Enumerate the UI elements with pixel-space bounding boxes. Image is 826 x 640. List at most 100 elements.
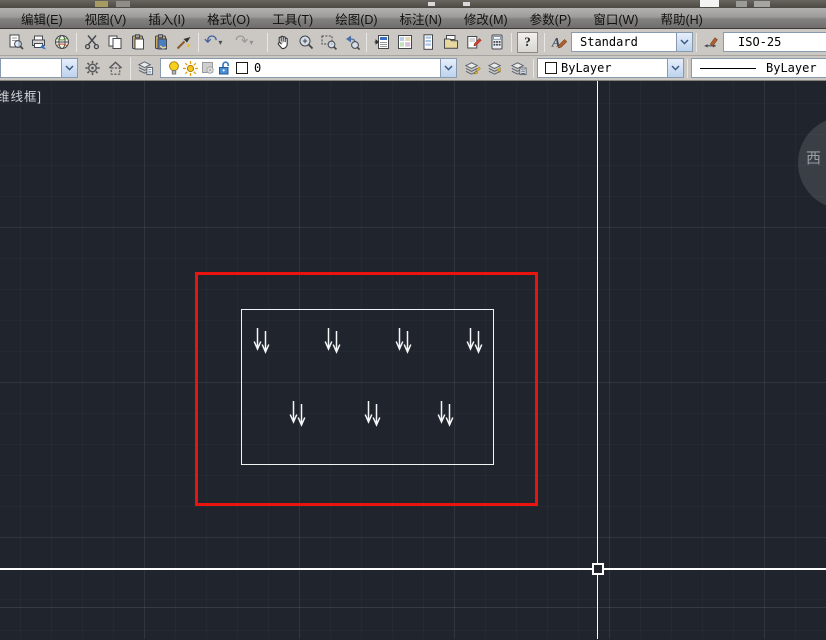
- paste-icon: [129, 33, 147, 51]
- menu-item-5[interactable]: 绘图(D): [324, 7, 388, 30]
- properties-palette-button[interactable]: [370, 31, 393, 54]
- redo-button[interactable]: ↷ ▾: [233, 31, 264, 54]
- undo-button[interactable]: ↶ ▾: [202, 31, 233, 54]
- titlebar-fragment: [754, 1, 770, 7]
- quick-calc-button[interactable]: [485, 31, 508, 54]
- sheet-set-manager-button[interactable]: [439, 31, 462, 54]
- toolbar-separator: [544, 32, 545, 52]
- help-button[interactable]: ?: [517, 31, 538, 53]
- print-button[interactable]: [27, 31, 50, 54]
- toolbar-separator: [198, 32, 199, 52]
- workspace-combo[interactable]: [0, 58, 78, 78]
- chevron-down-icon[interactable]: [61, 59, 77, 77]
- watermark-text: 西: [806, 150, 822, 167]
- down-arrow-symbol[interactable]: [289, 400, 306, 431]
- pickbox-cursor: [592, 563, 604, 575]
- down-arrow-symbol[interactable]: [395, 327, 412, 358]
- drawing-canvas[interactable]: 维线框] 西: [0, 81, 826, 639]
- copy-button[interactable]: [103, 31, 126, 54]
- redo-icon: ↷: [235, 33, 249, 50]
- markup-set-manager-icon: [465, 33, 483, 51]
- design-center-button[interactable]: [393, 31, 416, 54]
- color-value: ByLayer: [561, 61, 612, 75]
- menu-item-0[interactable]: 编辑(E): [10, 7, 74, 30]
- layer-unlock-icon[interactable]: [216, 59, 233, 77]
- layer-thaw-sun-icon[interactable]: [182, 59, 199, 77]
- markup-set-manager-button[interactable]: [462, 31, 485, 54]
- layer-previous-icon: [487, 59, 504, 77]
- text-style-button[interactable]: A: [548, 31, 571, 54]
- paste-special-button[interactable]: [149, 31, 172, 54]
- chevron-down-icon[interactable]: [440, 59, 456, 77]
- menu-item-6[interactable]: 标注(N): [389, 7, 453, 30]
- workspace-settings-button[interactable]: [81, 57, 104, 80]
- menu-item-3[interactable]: 格式(O): [196, 7, 261, 30]
- gear-icon: [84, 59, 101, 77]
- down-arrow-symbol[interactable]: [324, 327, 341, 358]
- match-properties-button[interactable]: [172, 31, 195, 54]
- layer-previous-button[interactable]: [484, 57, 507, 80]
- layer-on-bulb-icon[interactable]: [165, 59, 182, 77]
- down-arrow-symbol[interactable]: [364, 400, 381, 431]
- pan-icon: [274, 33, 292, 51]
- viewport-style-label: 维线框]: [0, 90, 42, 104]
- menu-item-7[interactable]: 修改(M): [453, 7, 519, 30]
- grid-major-line: [0, 607, 826, 608]
- menu-item-2[interactable]: 插入(I): [137, 7, 196, 30]
- annotation-scale-button[interactable]: [104, 57, 127, 80]
- chevron-down-icon[interactable]: [676, 33, 692, 51]
- text-style-combo[interactable]: Standard: [571, 32, 693, 52]
- text-style-value: Standard: [580, 35, 638, 49]
- toolbar-separator: [533, 58, 534, 78]
- menu-item-1[interactable]: 视图(V): [74, 7, 138, 30]
- sheet-set-manager-icon: [442, 33, 460, 51]
- titlebar-fragment: [463, 2, 470, 6]
- toolbar-separator: [511, 32, 512, 52]
- menu-item-10[interactable]: 帮助(H): [649, 7, 713, 30]
- pan-button[interactable]: [271, 31, 294, 54]
- color-swatch-icon: [542, 59, 559, 77]
- titlebar-fragment: [736, 1, 747, 7]
- toolbar-separator: [130, 56, 131, 80]
- dim-style-combo[interactable]: ISO-25: [723, 32, 826, 52]
- doc-preview-button[interactable]: [4, 31, 27, 54]
- cut-icon: [83, 33, 101, 51]
- down-arrow-symbol[interactable]: [253, 327, 270, 358]
- drawing-rectangle-white[interactable]: [241, 309, 494, 465]
- layer-states-button[interactable]: [507, 57, 530, 80]
- layer-properties-button[interactable]: [134, 57, 157, 80]
- paste-button[interactable]: [126, 31, 149, 54]
- menu-item-9[interactable]: 窗口(W): [582, 7, 649, 30]
- make-layer-current-button[interactable]: [461, 57, 484, 80]
- color-combo[interactable]: ByLayer: [537, 58, 684, 78]
- standard-toolbar: ↶ ▾ ↷ ▾? A Standard ISO-25: [0, 29, 826, 56]
- zoom-window-button[interactable]: [317, 31, 340, 54]
- doc-preview-icon: [7, 33, 25, 51]
- zoom-realtime-icon: [297, 33, 315, 51]
- linetype-combo[interactable]: ByLayer: [691, 58, 826, 78]
- text-style-icon: A: [551, 33, 568, 51]
- match-properties-icon: [175, 33, 193, 51]
- undo-dropdown-arrow-icon[interactable]: ▾: [218, 38, 222, 47]
- menu-item-4[interactable]: 工具(T): [261, 7, 324, 30]
- zoom-window-icon: [320, 33, 338, 51]
- tool-palettes-icon: [419, 33, 437, 51]
- tool-palettes-button[interactable]: [416, 31, 439, 54]
- cut-button[interactable]: [80, 31, 103, 54]
- toolbar-separator: [366, 32, 367, 52]
- down-arrow-symbol[interactable]: [466, 327, 483, 358]
- chevron-down-icon[interactable]: [667, 59, 683, 77]
- publish-button[interactable]: [50, 31, 73, 54]
- redo-dropdown-arrow-icon[interactable]: ▾: [249, 38, 253, 47]
- layer-combo[interactable]: 0: [160, 58, 457, 78]
- zoom-previous-button[interactable]: [340, 31, 363, 54]
- down-arrow-symbol[interactable]: [437, 400, 454, 431]
- layer-color-swatch: [233, 59, 250, 77]
- dim-style-button[interactable]: [700, 31, 723, 54]
- menu-item-8[interactable]: 参数(P): [519, 7, 583, 30]
- print-icon: [30, 33, 48, 51]
- zoom-realtime-button[interactable]: [294, 31, 317, 54]
- layers-toolbar: 0 ByLayer ByLayer: [0, 56, 826, 81]
- layer-vp-freeze-icon[interactable]: [199, 59, 216, 77]
- undo-icon: ↶: [204, 33, 218, 50]
